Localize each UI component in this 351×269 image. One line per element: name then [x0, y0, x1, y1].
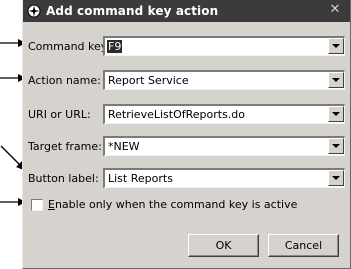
uri-combo[interactable]: RetrieveListOfReports.do [103, 104, 345, 124]
close-icon[interactable]: ✕ [328, 3, 342, 17]
uri-value: RetrieveListOfReports.do [108, 108, 246, 121]
compass-icon [26, 3, 42, 19]
action-name-label: Action name: [28, 74, 101, 87]
button-label-value: List Reports [108, 172, 173, 185]
command-key-value: F9 [107, 40, 123, 53]
mnemonic-letter: E [48, 198, 55, 211]
target-frame-label: Target frame: [28, 140, 102, 153]
uri-label: URI or URL: [28, 108, 91, 121]
enable-only-active-label[interactable]: Enable only when the command key is acti… [48, 198, 297, 211]
checkbox-label-text: nable only when the command key is activ… [54, 198, 298, 211]
enable-only-active-checkbox[interactable] [31, 198, 43, 211]
ok-button[interactable]: OK [188, 234, 259, 257]
enable-only-active-row[interactable]: Enable only when the command key is acti… [31, 198, 297, 211]
chevron-down-icon[interactable] [328, 72, 344, 88]
action-name-combo[interactable]: Report Service [103, 70, 345, 90]
title-bar[interactable]: Add command key action ✕ [23, 0, 350, 22]
chevron-down-icon[interactable] [328, 138, 344, 154]
chevron-down-icon[interactable] [328, 170, 344, 186]
action-name-value: Report Service [108, 74, 189, 87]
button-label-combo[interactable]: List Reports [103, 168, 345, 188]
chevron-down-icon[interactable] [328, 38, 344, 54]
cancel-button[interactable]: Cancel [268, 234, 339, 257]
dialog-title: Add command key action [46, 4, 219, 18]
chevron-down-icon[interactable] [328, 106, 344, 122]
button-label-label: Button label: [28, 172, 99, 185]
command-key-combo[interactable]: F9 [103, 36, 345, 56]
command-key-label: Command key: [28, 40, 111, 53]
target-frame-value: *NEW [108, 140, 140, 153]
add-command-key-action-dialog: Add command key action ✕ Command key: F9… [22, 0, 351, 269]
target-frame-combo[interactable]: *NEW [103, 136, 345, 156]
